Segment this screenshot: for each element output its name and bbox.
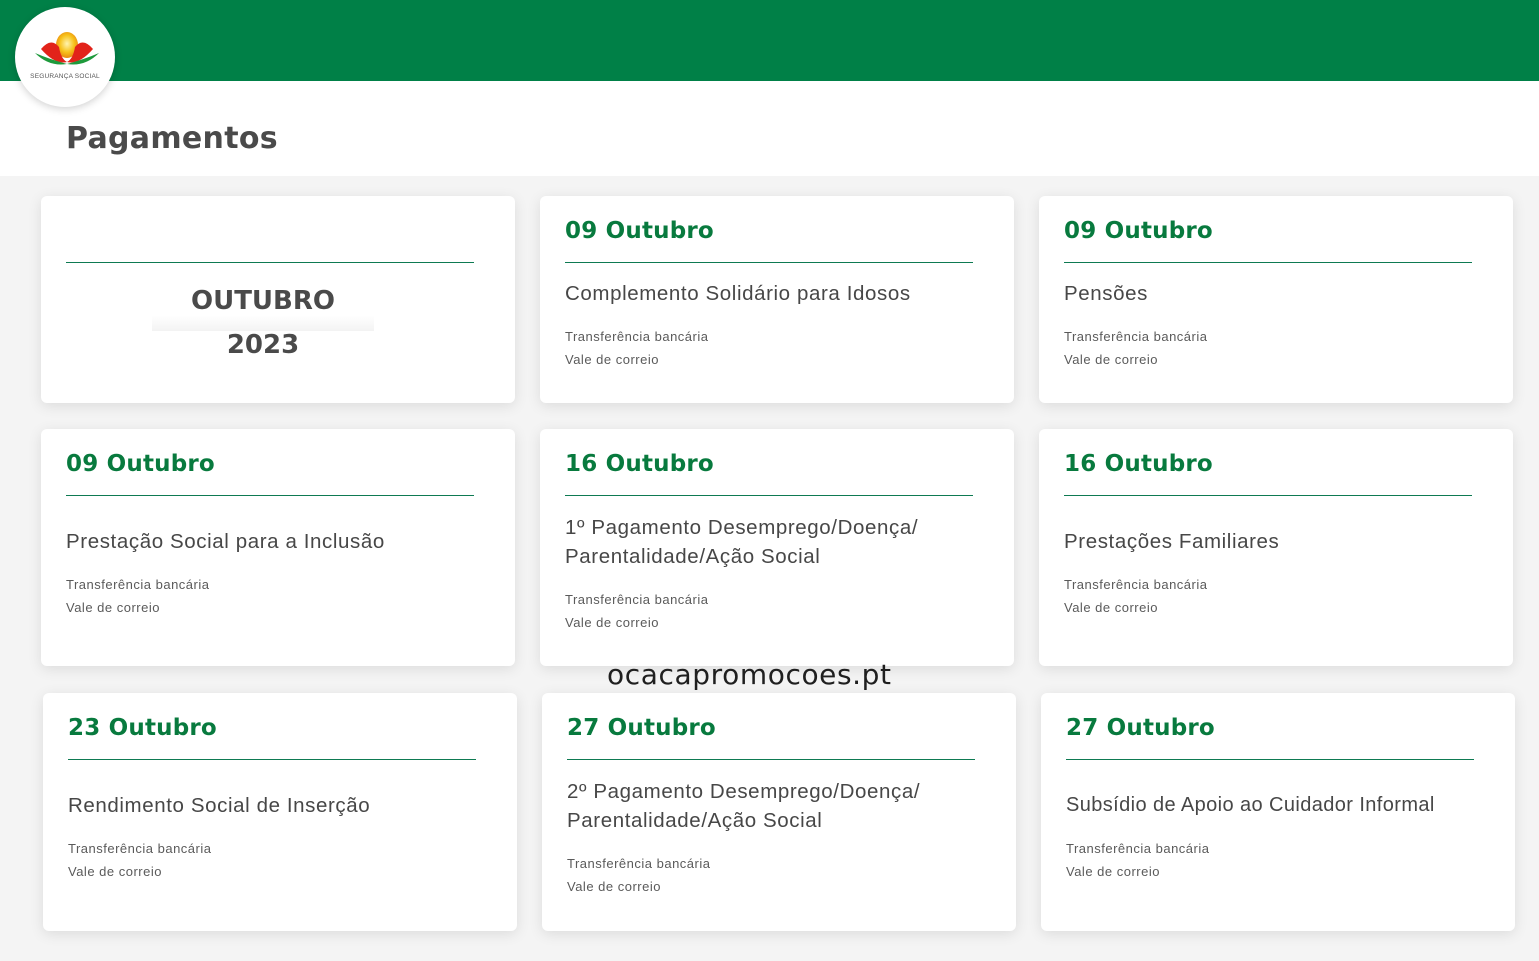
- payment-methods: Transferência bancária Vale de correio: [1066, 837, 1209, 883]
- payment-date: 09 Outubro: [66, 451, 215, 477]
- payment-methods: Transferência bancária Vale de correio: [565, 588, 708, 634]
- flower-logo-icon: [35, 32, 99, 65]
- payment-date: 16 Outubro: [565, 451, 714, 477]
- method-bank-transfer: Transferência bancária: [567, 856, 711, 871]
- payment-title: Complemento Solidário para Idosos: [565, 282, 911, 305]
- payment-date: 16 Outubro: [1064, 451, 1213, 477]
- payment-methods: Transferência bancária Vale de correio: [565, 325, 708, 371]
- payment-card[interactable]: 09 Outubro Pensões Transferência bancári…: [1039, 196, 1513, 403]
- method-bank-transfer: Transferência bancária: [565, 592, 709, 607]
- payment-methods: Transferência bancária Vale de correio: [66, 573, 209, 619]
- card-divider: [567, 759, 975, 760]
- card-divider: [1066, 759, 1474, 760]
- payment-title: Subsídio de Apoio ao Cuidador Informal: [1066, 794, 1435, 816]
- payment-title: Pensões: [1064, 282, 1148, 305]
- method-bank-transfer: Transferência bancária: [66, 577, 210, 592]
- method-bank-transfer: Transferência bancária: [1064, 329, 1208, 344]
- payment-title: Rendimento Social de Inserção: [68, 794, 371, 817]
- payment-title: Prestação Social para a Inclusão: [66, 530, 385, 553]
- payment-card[interactable]: 09 Outubro Prestação Social para a Inclu…: [41, 429, 515, 666]
- payment-title: 2º Pagamento Desemprego/Doença/ Parental…: [567, 780, 921, 832]
- payment-date: 09 Outubro: [1064, 218, 1213, 244]
- watermark-text: ocacapromocoes.pt: [607, 658, 892, 691]
- method-bank-transfer: Transferência bancária: [68, 841, 212, 856]
- payment-methods: Transferência bancária Vale de correio: [1064, 573, 1207, 619]
- page-title: Pagamentos: [66, 121, 278, 156]
- payment-date: 27 Outubro: [567, 715, 716, 741]
- payment-card[interactable]: 16 Outubro Prestações Familiares Transfe…: [1039, 429, 1513, 666]
- method-bank-transfer: Transferência bancária: [1064, 577, 1208, 592]
- payment-methods: Transferência bancária Vale de correio: [567, 852, 710, 898]
- method-postal-order: Vale de correio: [66, 600, 160, 615]
- payment-card[interactable]: 27 Outubro 2º Pagamento Desemprego/Doenç…: [542, 693, 1016, 931]
- card-divider: [565, 262, 973, 263]
- method-postal-order: Vale de correio: [567, 879, 661, 894]
- card-divider: [68, 759, 476, 760]
- payment-methods: Transferência bancária Vale de correio: [68, 837, 211, 883]
- month-card: OUTUBRO 2023: [41, 196, 515, 403]
- card-divider: [565, 495, 973, 496]
- month-label: OUTUBRO 2023: [152, 279, 374, 360]
- payment-card[interactable]: 09 Outubro Complemento Solidário para Id…: [540, 196, 1014, 403]
- payment-card[interactable]: 27 Outubro Subsídio de Apoio ao Cuidador…: [1041, 693, 1515, 931]
- method-postal-order: Vale de correio: [1064, 352, 1158, 367]
- payment-methods: Transferência bancária Vale de correio: [1064, 325, 1207, 371]
- method-postal-order: Vale de correio: [1066, 864, 1160, 879]
- seguranca-social-logo[interactable]: SEGURANÇA SOCIAL: [15, 7, 115, 107]
- card-divider: [1064, 495, 1472, 496]
- method-postal-order: Vale de correio: [1064, 600, 1158, 615]
- card-divider: [66, 262, 474, 263]
- method-postal-order: Vale de correio: [565, 352, 659, 367]
- payment-date: 27 Outubro: [1066, 715, 1215, 741]
- payment-date: 23 Outubro: [68, 715, 217, 741]
- method-bank-transfer: Transferência bancária: [565, 329, 709, 344]
- header-bar: [0, 0, 1539, 81]
- logo-wordmark: SEGURANÇA SOCIAL: [30, 73, 100, 80]
- payment-card[interactable]: 23 Outubro Rendimento Social de Inserção…: [43, 693, 517, 931]
- payment-title: Prestações Familiares: [1064, 530, 1280, 553]
- payment-card[interactable]: 16 Outubro 1º Pagamento Desemprego/Doenç…: [540, 429, 1014, 666]
- method-postal-order: Vale de correio: [565, 615, 659, 630]
- card-divider: [66, 495, 474, 496]
- payment-title: 1º Pagamento Desemprego/Doença/ Parental…: [565, 516, 919, 568]
- method-postal-order: Vale de correio: [68, 864, 162, 879]
- method-bank-transfer: Transferência bancária: [1066, 841, 1210, 856]
- payment-date: 09 Outubro: [565, 218, 714, 244]
- card-divider: [1064, 262, 1472, 263]
